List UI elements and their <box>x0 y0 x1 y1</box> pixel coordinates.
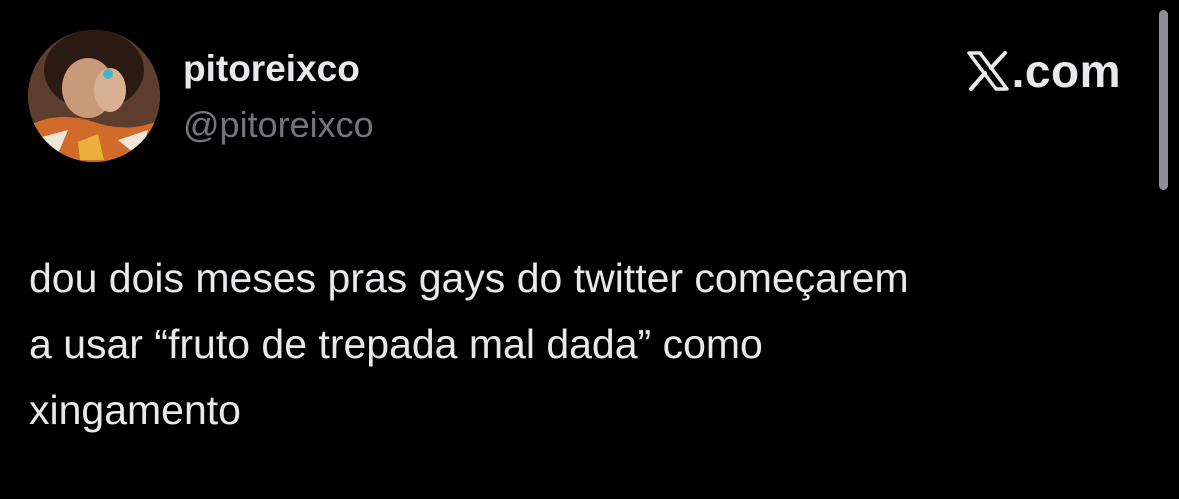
scrollbar-thumb[interactable] <box>1159 10 1168 190</box>
x-logo-icon <box>966 51 1009 91</box>
avatar[interactable] <box>28 30 160 162</box>
source-domain: .com <box>1011 45 1121 97</box>
author-handle[interactable]: @pitoreixco <box>183 103 374 147</box>
author-display-name[interactable]: pitoreixco <box>183 47 360 91</box>
avatar-image <box>28 30 160 162</box>
tweet-text: dou dois meses pras gays do twitter come… <box>29 255 909 433</box>
source-label: .com <box>966 44 1121 98</box>
